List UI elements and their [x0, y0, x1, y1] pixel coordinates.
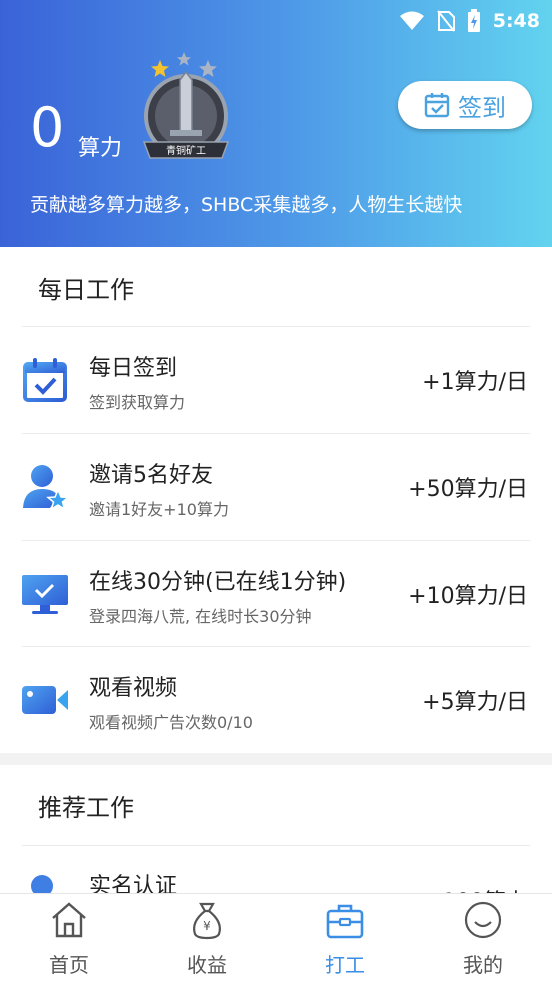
- tab-label: 收益: [187, 953, 227, 977]
- header-banner: 5:48 0 算力 青铜矿工 签到 贡献越多算力越多，SHBC采集越多，人物生长…: [0, 0, 552, 247]
- battery-charging-icon: [467, 9, 480, 32]
- tab-me[interactable]: 我的: [414, 894, 552, 982]
- no-sim-icon: [436, 10, 455, 32]
- section-separator: [0, 753, 552, 765]
- task-subtitle: 观看视频广告次数0/10: [89, 713, 253, 732]
- status-time: 5:48: [492, 10, 540, 32]
- power-unit: 算力: [78, 136, 123, 161]
- signin-button[interactable]: 签到: [398, 81, 532, 129]
- svg-text:¥: ¥: [203, 919, 211, 933]
- rank-badge-icon: 青铜矿工: [142, 52, 230, 159]
- power-value: 0: [30, 96, 65, 159]
- wifi-icon: [399, 11, 424, 30]
- task-title: 观看视频: [89, 676, 178, 701]
- task-subtitle: 签到获取算力: [89, 393, 186, 412]
- status-bar: 5:48: [399, 8, 540, 34]
- task-row-online-30min[interactable]: 在线30分钟(已在线1分钟) 登录四海八荒, 在线时长30分钟 +10算力/日: [0, 541, 552, 647]
- task-row-invite-friends[interactable]: 邀请5名好友 邀请1好友+10算力 +50算力/日: [0, 434, 552, 540]
- task-reward: +50算力/日: [408, 477, 528, 502]
- tab-label: 首页: [49, 953, 89, 977]
- video-camera-icon: [22, 686, 68, 714]
- task-row-daily-signin[interactable]: 每日签到 签到获取算力 +1算力/日: [0, 327, 552, 433]
- home-icon: [52, 902, 86, 938]
- task-title: 邀请5名好友: [89, 463, 213, 488]
- task-row-watch-video[interactable]: 观看视频 观看视频广告次数0/10 +5算力/日: [0, 647, 552, 753]
- user-star-icon: [23, 465, 70, 511]
- header-tagline: 贡献越多算力越多，SHBC采集越多，人物生长越快: [30, 194, 463, 216]
- task-subtitle: 邀请1好友+10算力: [89, 500, 229, 519]
- calendar-check-icon: [23, 358, 67, 402]
- task-title: 每日签到: [89, 356, 178, 381]
- task-reward: +1算力/日: [422, 370, 528, 395]
- tab-home[interactable]: 首页: [0, 894, 138, 982]
- tab-label: 打工: [325, 953, 365, 977]
- tab-earnings[interactable]: ¥ 收益: [138, 894, 276, 982]
- money-bag-icon: ¥: [193, 902, 221, 940]
- toolbox-icon: [326, 904, 364, 939]
- monitor-icon: [22, 575, 68, 614]
- tab-label: 我的: [463, 953, 503, 977]
- calendar-check-icon: [424, 93, 450, 118]
- smile-icon: [464, 901, 502, 939]
- recommend-work-title: 推荐工作: [38, 794, 134, 822]
- task-subtitle: 登录四海八荒, 在线时长30分钟: [89, 607, 312, 626]
- rank-badge-label: 青铜矿工: [166, 144, 206, 157]
- bottom-tab-bar: 首页 ¥ 收益 打工 我的: [0, 893, 552, 982]
- task-reward: +10算力/日: [408, 584, 528, 609]
- tab-work[interactable]: 打工: [276, 894, 414, 982]
- task-title: 在线30分钟(已在线1分钟): [89, 570, 347, 595]
- daily-work-title: 每日工作: [38, 276, 134, 304]
- task-reward: +5算力/日: [422, 690, 528, 715]
- signin-button-label: 签到: [458, 93, 506, 122]
